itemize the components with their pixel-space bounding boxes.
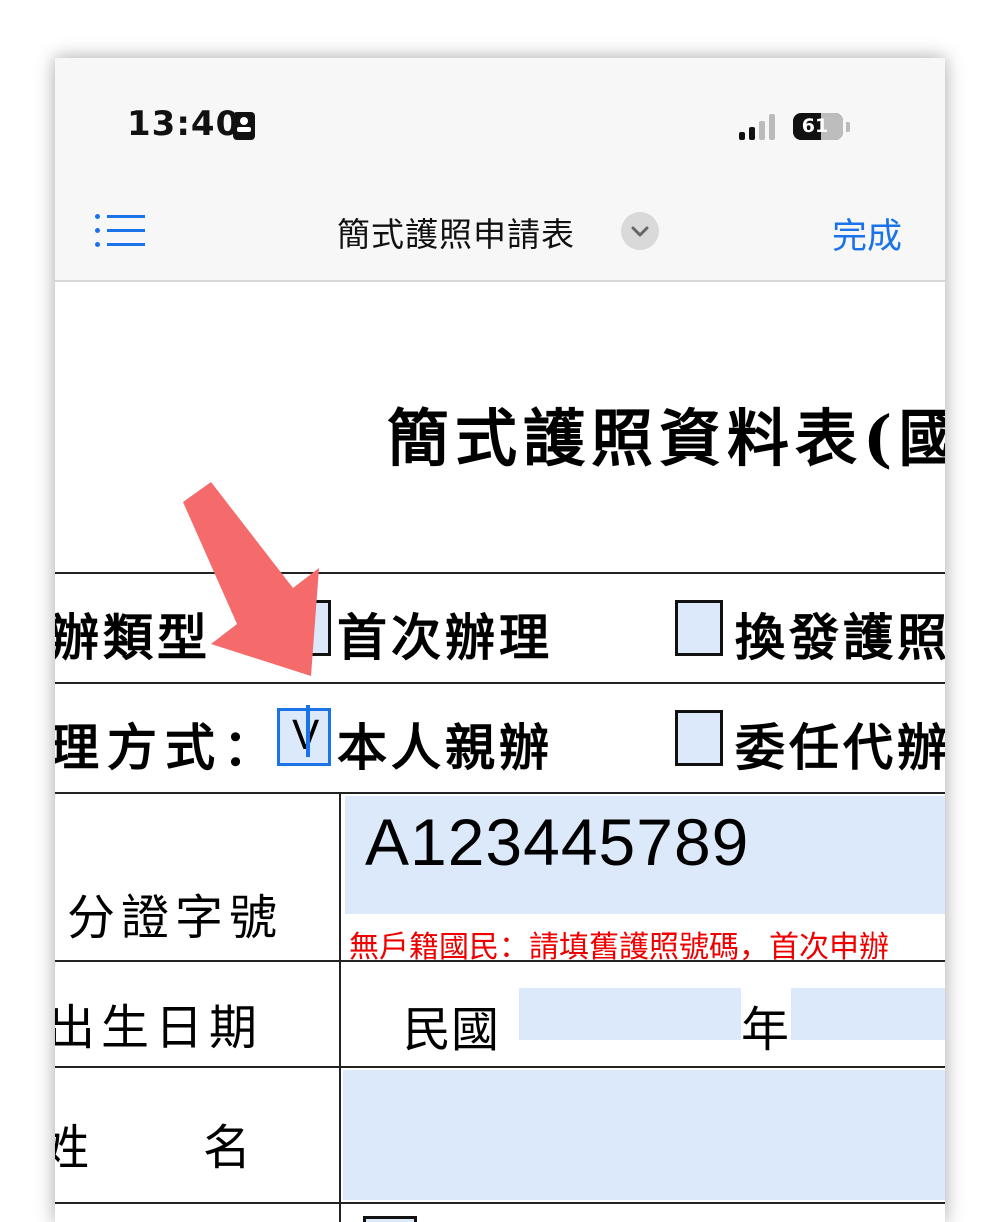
table-border xyxy=(55,792,945,794)
birth-date-label: 出生日期 xyxy=(55,1000,264,1056)
table-column-border xyxy=(339,792,341,1222)
table-border xyxy=(55,1202,945,1204)
list-icon[interactable] xyxy=(95,212,147,250)
chevron-down-icon[interactable] xyxy=(621,212,659,250)
birth-month-field[interactable] xyxy=(791,988,945,1040)
next-row-checkbox[interactable] xyxy=(363,1216,417,1222)
renewal-label: 換發護照 xyxy=(735,608,945,667)
contact-card-icon xyxy=(233,112,255,140)
id-number-field[interactable]: A123445789 xyxy=(345,796,945,914)
handling-method-label: 理方式： xyxy=(55,718,281,777)
text-cursor xyxy=(306,705,310,757)
id-number-value: A123445789 xyxy=(365,805,750,879)
table-border xyxy=(55,1066,945,1068)
table-border xyxy=(55,682,945,684)
form-title: 簡式護照資料表(國 xyxy=(387,402,945,475)
delegate-label: 委任代辦 xyxy=(735,718,945,777)
era-label: 民國 xyxy=(403,1002,500,1058)
form-document: 簡式護照資料表(國 辦類型 首次辦理 換發護照 理方式： V 本人親辦 委任代辦… xyxy=(55,282,945,1222)
battery-icon: 61 xyxy=(793,113,843,140)
navigation-bar: 簡式護照申請表 完成 xyxy=(55,178,945,282)
birth-year-field[interactable] xyxy=(519,988,741,1040)
id-note: 無戶籍國民：請填舊護照號碼，首次申辦 xyxy=(349,930,889,965)
in-person-label: 本人親辦 xyxy=(337,718,553,777)
renewal-checkbox[interactable] xyxy=(675,600,723,656)
phone-screen: 13:40 61 簡式護照申請表 完成 簡式護照資料表(國 辦類型 首次辦理 換… xyxy=(55,58,945,1222)
id-number-label: 分證字號 xyxy=(67,890,284,946)
done-button[interactable]: 完成 xyxy=(832,208,902,259)
name-label: 姓 名 xyxy=(55,1120,258,1176)
battery-level: 61 xyxy=(801,115,829,137)
year-unit-label: 年 xyxy=(741,1002,790,1058)
document-title[interactable]: 簡式護照申請表 xyxy=(337,208,575,256)
status-time: 13:40 xyxy=(127,104,241,144)
in-person-checkbox[interactable]: V xyxy=(277,705,331,766)
battery-tip xyxy=(846,122,850,132)
name-field[interactable] xyxy=(343,1070,945,1200)
status-bar: 13:40 61 xyxy=(55,58,945,178)
cellular-signal-icon xyxy=(739,112,783,140)
red-arrow-annotation xyxy=(183,482,319,676)
delegate-checkbox[interactable] xyxy=(675,710,723,766)
